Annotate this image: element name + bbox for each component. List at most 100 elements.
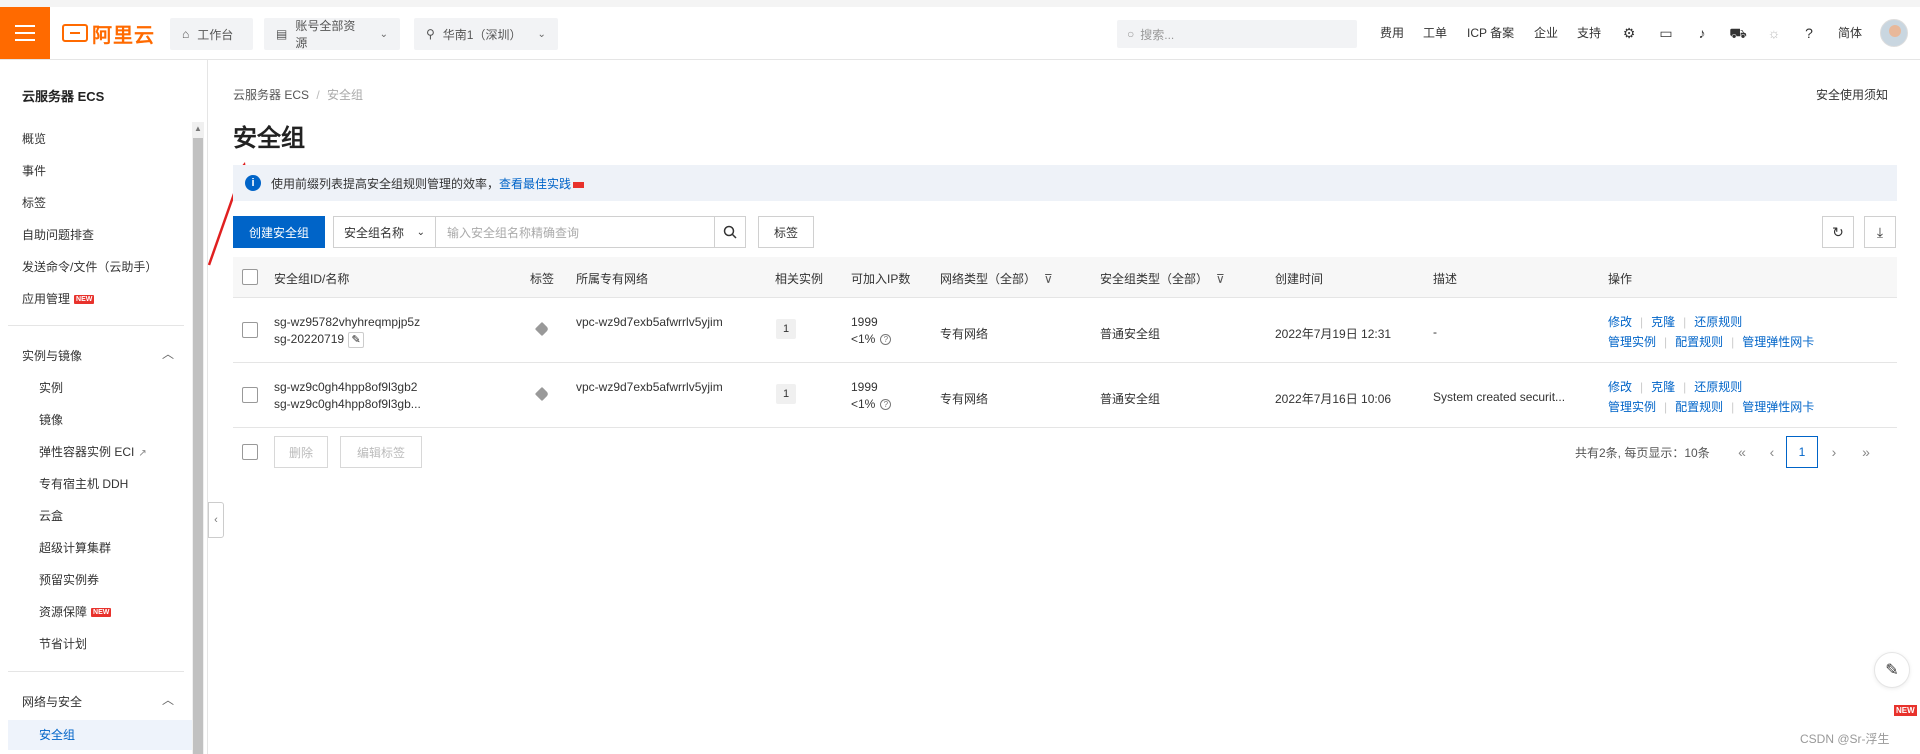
security-notice-link[interactable]: 安全使用须知 <box>1816 86 1888 103</box>
search-icon <box>723 225 737 239</box>
language-switcher[interactable]: 简体 <box>1838 24 1862 41</box>
last-page-icon[interactable]: » <box>1850 436 1882 468</box>
sidebar-item-capacity[interactable]: 资源保障 NEW <box>39 603 112 620</box>
code-icon[interactable]: ⚙ <box>1620 24 1638 42</box>
user-avatar[interactable] <box>1880 19 1908 47</box>
col-header-desc: 描述 <box>1433 272 1458 286</box>
sidebar-item-eci[interactable]: 弹性容器实例 ECI ↗ <box>39 443 147 460</box>
chevron-up-icon[interactable]: ︿ <box>162 691 174 708</box>
resource-switcher[interactable]: ▤ 账号全部资源 ⌄ <box>264 18 400 50</box>
nav-link-tickets[interactable]: 工单 <box>1423 24 1447 41</box>
nav-link-icp[interactable]: ICP 备案 <box>1467 24 1514 41</box>
col-header-sg-type[interactable]: 安全组类型（全部） ⊽ <box>1100 270 1225 287</box>
prev-page-icon[interactable]: ‹ <box>1756 436 1788 468</box>
export-button[interactable]: ⤓ <box>1864 216 1896 248</box>
delete-button[interactable]: 删除 <box>274 436 328 468</box>
sidebar-item-instances[interactable]: 实例 <box>39 379 63 396</box>
sidebar-item-send-command[interactable]: 发送命令/文件（云助手） <box>22 258 157 275</box>
sidebar-item-scc[interactable]: 超级计算集群 <box>39 539 111 556</box>
region-switcher[interactable]: ⚲ 华南1（深圳） ⌄ <box>414 18 558 50</box>
sidebar-group-instances[interactable]: 实例与镜像 <box>22 347 82 364</box>
col-header-id: 安全组ID/名称 <box>274 272 350 286</box>
configure-rules-link[interactable]: 配置规则 <box>1675 400 1723 414</box>
clone-link[interactable]: 克隆 <box>1651 315 1675 329</box>
first-page-icon[interactable]: « <box>1726 436 1758 468</box>
instance-count-badge[interactable]: 1 <box>776 319 796 339</box>
sidebar-item-ddh[interactable]: 专有宿主机 DDH <box>39 475 128 492</box>
sidebar-item-savings-plan[interactable]: 节省计划 <box>39 635 87 652</box>
filter-select[interactable]: 安全组名称 ⌄ <box>333 216 436 248</box>
restore-rules-link[interactable]: 还原规则 <box>1694 380 1742 394</box>
nav-link-enterprise[interactable]: 企业 <box>1534 24 1558 41</box>
console-icon[interactable]: ▭ <box>1657 24 1675 42</box>
lightbulb-icon[interactable]: ☼ <box>1765 24 1783 42</box>
modify-link[interactable]: 修改 <box>1608 315 1632 329</box>
workbench-button[interactable]: ⌂ 工作台 <box>170 18 253 50</box>
filter-icon[interactable]: ⊽ <box>1216 272 1225 286</box>
instance-count-badge[interactable]: 1 <box>776 384 796 404</box>
manage-eni-link[interactable]: 管理弹性网卡 <box>1742 400 1814 414</box>
security-group-id-link[interactable]: sg-wz9c0gh4hpp8of9l3gb2 <box>274 380 417 394</box>
edit-pencil-icon[interactable]: ✎ <box>348 332 365 348</box>
aliyun-logo[interactable]: 阿里云 <box>62 22 155 47</box>
col-header-ip-count: 可加入IP数 <box>851 272 911 286</box>
tag-icon[interactable] <box>534 321 550 337</box>
sidebar-item-images[interactable]: 镜像 <box>39 411 63 428</box>
sidebar-collapse-button[interactable]: ‹ <box>208 502 224 538</box>
select-all-checkbox[interactable] <box>242 269 258 285</box>
chevron-down-icon: ⌄ <box>416 226 425 238</box>
question-icon[interactable]: ? <box>880 399 892 411</box>
best-practice-link[interactable]: 查看最佳实践 <box>499 175 585 192</box>
sidebar-item-overview[interactable]: 概览 <box>22 130 46 147</box>
clone-link[interactable]: 克隆 <box>1651 380 1675 394</box>
next-page-icon[interactable]: › <box>1818 436 1850 468</box>
page-number-current[interactable]: 1 <box>1786 436 1818 468</box>
security-group-id-link[interactable]: sg-wz95782vhyhreqmpjp5z <box>274 315 420 329</box>
question-icon[interactable]: ? <box>880 334 892 346</box>
filter-icon[interactable]: ⊽ <box>1044 272 1053 286</box>
sidebar-item-cloudbox[interactable]: 云盒 <box>39 507 63 524</box>
modify-link[interactable]: 修改 <box>1608 380 1632 394</box>
chevron-down-icon: ⌄ <box>537 28 546 40</box>
tag-icon[interactable] <box>534 386 550 402</box>
vpc-id: vpc-wz9d7exb5afwrrlv5yjim <box>576 380 723 394</box>
refresh-button[interactable]: ↻ <box>1822 216 1854 248</box>
cart-icon[interactable]: ⛟ <box>1729 24 1747 42</box>
manage-instances-link[interactable]: 管理实例 <box>1608 335 1656 349</box>
manage-instances-link[interactable]: 管理实例 <box>1608 400 1656 414</box>
menu-button[interactable] <box>0 7 50 59</box>
row-actions-secondary: 管理实例 | 配置规则 | 管理弹性网卡 <box>1608 335 1815 349</box>
security-group-search-input[interactable]: 输入安全组名称精确查询 <box>435 216 715 248</box>
create-security-group-button[interactable]: 创建安全组 <box>233 216 325 248</box>
sidebar-item-security-group[interactable]: 安全组 <box>39 726 75 743</box>
search-button[interactable] <box>714 216 746 248</box>
chevron-up-icon[interactable]: ︿ <box>162 345 174 362</box>
row-checkbox[interactable] <box>242 322 258 338</box>
sidebar-item-app-management[interactable]: 应用管理 NEW <box>22 290 95 307</box>
bell-icon[interactable]: ♪ <box>1693 24 1711 42</box>
nav-link-support[interactable]: 支持 <box>1577 24 1601 41</box>
row-checkbox[interactable] <box>242 387 258 403</box>
breadcrumb-parent[interactable]: 云服务器 ECS <box>233 88 309 102</box>
vpc-id: vpc-wz9d7exb5afwrrlv5yjim <box>576 315 723 329</box>
sidebar-item-tags[interactable]: 标签 <box>22 194 46 211</box>
sidebar-item-events[interactable]: 事件 <box>22 162 46 179</box>
scroll-up-icon[interactable]: ▲ <box>193 124 203 133</box>
help-icon[interactable]: ? <box>1800 24 1818 42</box>
sidebar-item-troubleshoot[interactable]: 自助问题排查 <box>22 226 94 243</box>
sidebar-scrollbar-thumb[interactable] <box>193 138 203 754</box>
tag-filter-button[interactable]: 标签 <box>758 216 814 248</box>
restore-rules-link[interactable]: 还原规则 <box>1694 315 1742 329</box>
new-badge: NEW <box>74 295 95 305</box>
manage-eni-link[interactable]: 管理弹性网卡 <box>1742 335 1814 349</box>
feedback-edit-button[interactable]: ✎ <box>1874 652 1910 688</box>
sidebar-item-reserved[interactable]: 预留实例券 <box>39 571 99 588</box>
edit-tags-button[interactable]: 编辑标签 <box>340 436 422 468</box>
sidebar-group-network[interactable]: 网络与安全 <box>22 693 82 710</box>
configure-rules-link[interactable]: 配置规则 <box>1675 335 1723 349</box>
col-header-network-type[interactable]: 网络类型（全部） ⊽ <box>940 270 1053 287</box>
bulk-select-checkbox[interactable] <box>242 444 258 460</box>
page-title: 安全组 <box>233 125 305 152</box>
nav-link-billing[interactable]: 费用 <box>1380 24 1404 41</box>
global-search-input[interactable]: ○ 搜索... <box>1117 20 1357 48</box>
